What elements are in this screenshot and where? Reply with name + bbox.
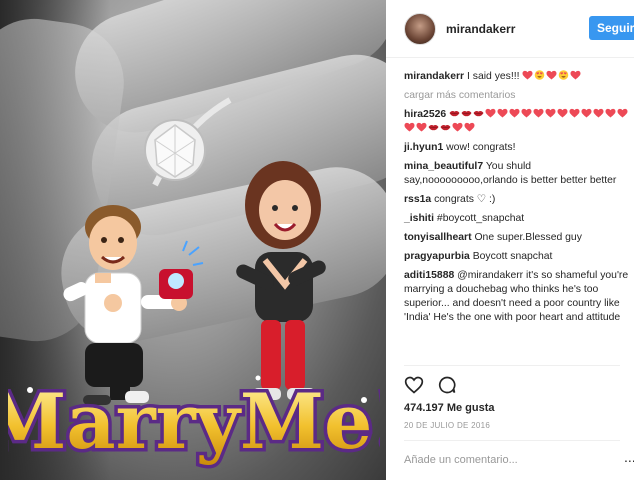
comment-item: _ishiti #boycott_snapchat: [404, 212, 630, 226]
heart-emoji-icon: [569, 108, 580, 118]
comment-username[interactable]: ji.hyun1: [404, 142, 443, 153]
heart-emoji-icon: [617, 108, 628, 118]
comment-text: congrats ♡ :): [434, 194, 496, 205]
caption-username[interactable]: mirandakerr: [404, 71, 464, 82]
diamond-ring-icon: [144, 97, 232, 187]
comment-text: One super.Blessed guy: [474, 232, 582, 243]
follow-button[interactable]: Seguir: [589, 16, 634, 40]
heart-emoji-icon: [546, 70, 557, 80]
comment-item: pragyapurbia Boycott snapchat: [404, 250, 630, 264]
comment-item: mina_beautiful7 You shuld say,nooooooooo…: [404, 160, 630, 188]
lips-emoji-icon: [473, 110, 484, 117]
comment-username[interactable]: mina_beautiful7: [404, 161, 483, 172]
heart-emoji-icon: [545, 108, 556, 118]
more-options-icon[interactable]: ...: [624, 450, 634, 464]
comment-text: Boycott snapchat: [472, 251, 553, 262]
comment-item: ji.hyun1 wow! congrats!: [404, 141, 630, 155]
caption-text: I said yes!!!: [466, 71, 520, 82]
lips-emoji-icon: [428, 124, 439, 131]
post-sidebar: mirandakerr Seguir mirandakerr I said ye…: [386, 0, 634, 480]
comment-item: tonyisallheart One super.Blessed guy: [404, 231, 630, 245]
comment-username[interactable]: rss1a: [404, 194, 431, 205]
caption: mirandakerr I said yes!!!: [404, 70, 630, 84]
avatar[interactable]: [404, 13, 436, 45]
heart-emoji-icon: [485, 108, 496, 118]
heart-emoji-icon: [533, 108, 544, 118]
comment-item: rss1a congrats ♡ :): [404, 193, 630, 207]
heart-emoji-icon: [521, 108, 532, 118]
divider: [404, 440, 620, 441]
comment-username[interactable]: tonyisallheart: [404, 232, 472, 243]
heart-emoji-icon: [593, 108, 604, 118]
comment-username[interactable]: aditi15888: [404, 270, 454, 281]
heart-emoji-icon: [570, 70, 581, 80]
heart-emoji-icon: [509, 108, 520, 118]
caption-emojis: [522, 70, 582, 82]
comments-list: mirandakerr I said yes!!! cargar más com…: [404, 70, 630, 330]
comment-text: wow! congrats!: [446, 142, 516, 153]
comment-rows: hira2526 ji.hyun1 wow! congrats! mina_bea…: [404, 108, 630, 325]
heart-emoji-icon: [416, 122, 427, 132]
heart-emoji-icon: [452, 122, 463, 132]
heart-emoji-icon: [557, 108, 568, 118]
divider: [404, 365, 620, 366]
comment-text: #boycott_snapchat: [436, 213, 525, 224]
heart-emoji-icon: [404, 122, 415, 132]
marry-me-overlay: MarryMe!: [8, 374, 380, 470]
header-username[interactable]: mirandakerr: [446, 22, 515, 36]
heart-emoji-icon: [605, 108, 616, 118]
heart-emoji-icon: [581, 108, 592, 118]
comment-username[interactable]: pragyapurbia: [404, 251, 470, 262]
post-photo[interactable]: MarryMe!: [0, 0, 386, 480]
comment-item: aditi15888 @mirandakerr it's so shameful…: [404, 269, 630, 325]
lips-emoji-icon: [440, 124, 451, 131]
comment-item: hira2526: [404, 108, 630, 136]
comment-username[interactable]: hira2526: [404, 109, 446, 120]
heart-emoji-icon: [464, 122, 475, 132]
comment-bubble-icon[interactable]: [437, 375, 457, 395]
add-comment-input[interactable]: Añade un comentario...: [404, 454, 518, 466]
action-bar: [404, 375, 466, 395]
heart-eyes-emoji-icon: [535, 70, 545, 80]
lips-emoji-icon: [461, 110, 472, 117]
heart-emoji-icon: [522, 70, 533, 80]
post-header: mirandakerr Seguir: [386, 0, 634, 58]
heart-eyes-emoji-icon: [559, 70, 569, 80]
likes-count[interactable]: 474.197 Me gusta: [404, 402, 495, 414]
heart-outline-icon[interactable]: [404, 375, 424, 395]
heart-emoji-icon: [497, 108, 508, 118]
load-more-comments-link[interactable]: cargar más comentarios: [404, 89, 630, 103]
marry-me-text: MarryMe!: [8, 377, 380, 466]
post-date: 20 DE JULIO DE 2016: [404, 421, 491, 430]
comment-username[interactable]: _ishiti: [404, 213, 434, 224]
lips-emoji-icon: [449, 110, 460, 117]
